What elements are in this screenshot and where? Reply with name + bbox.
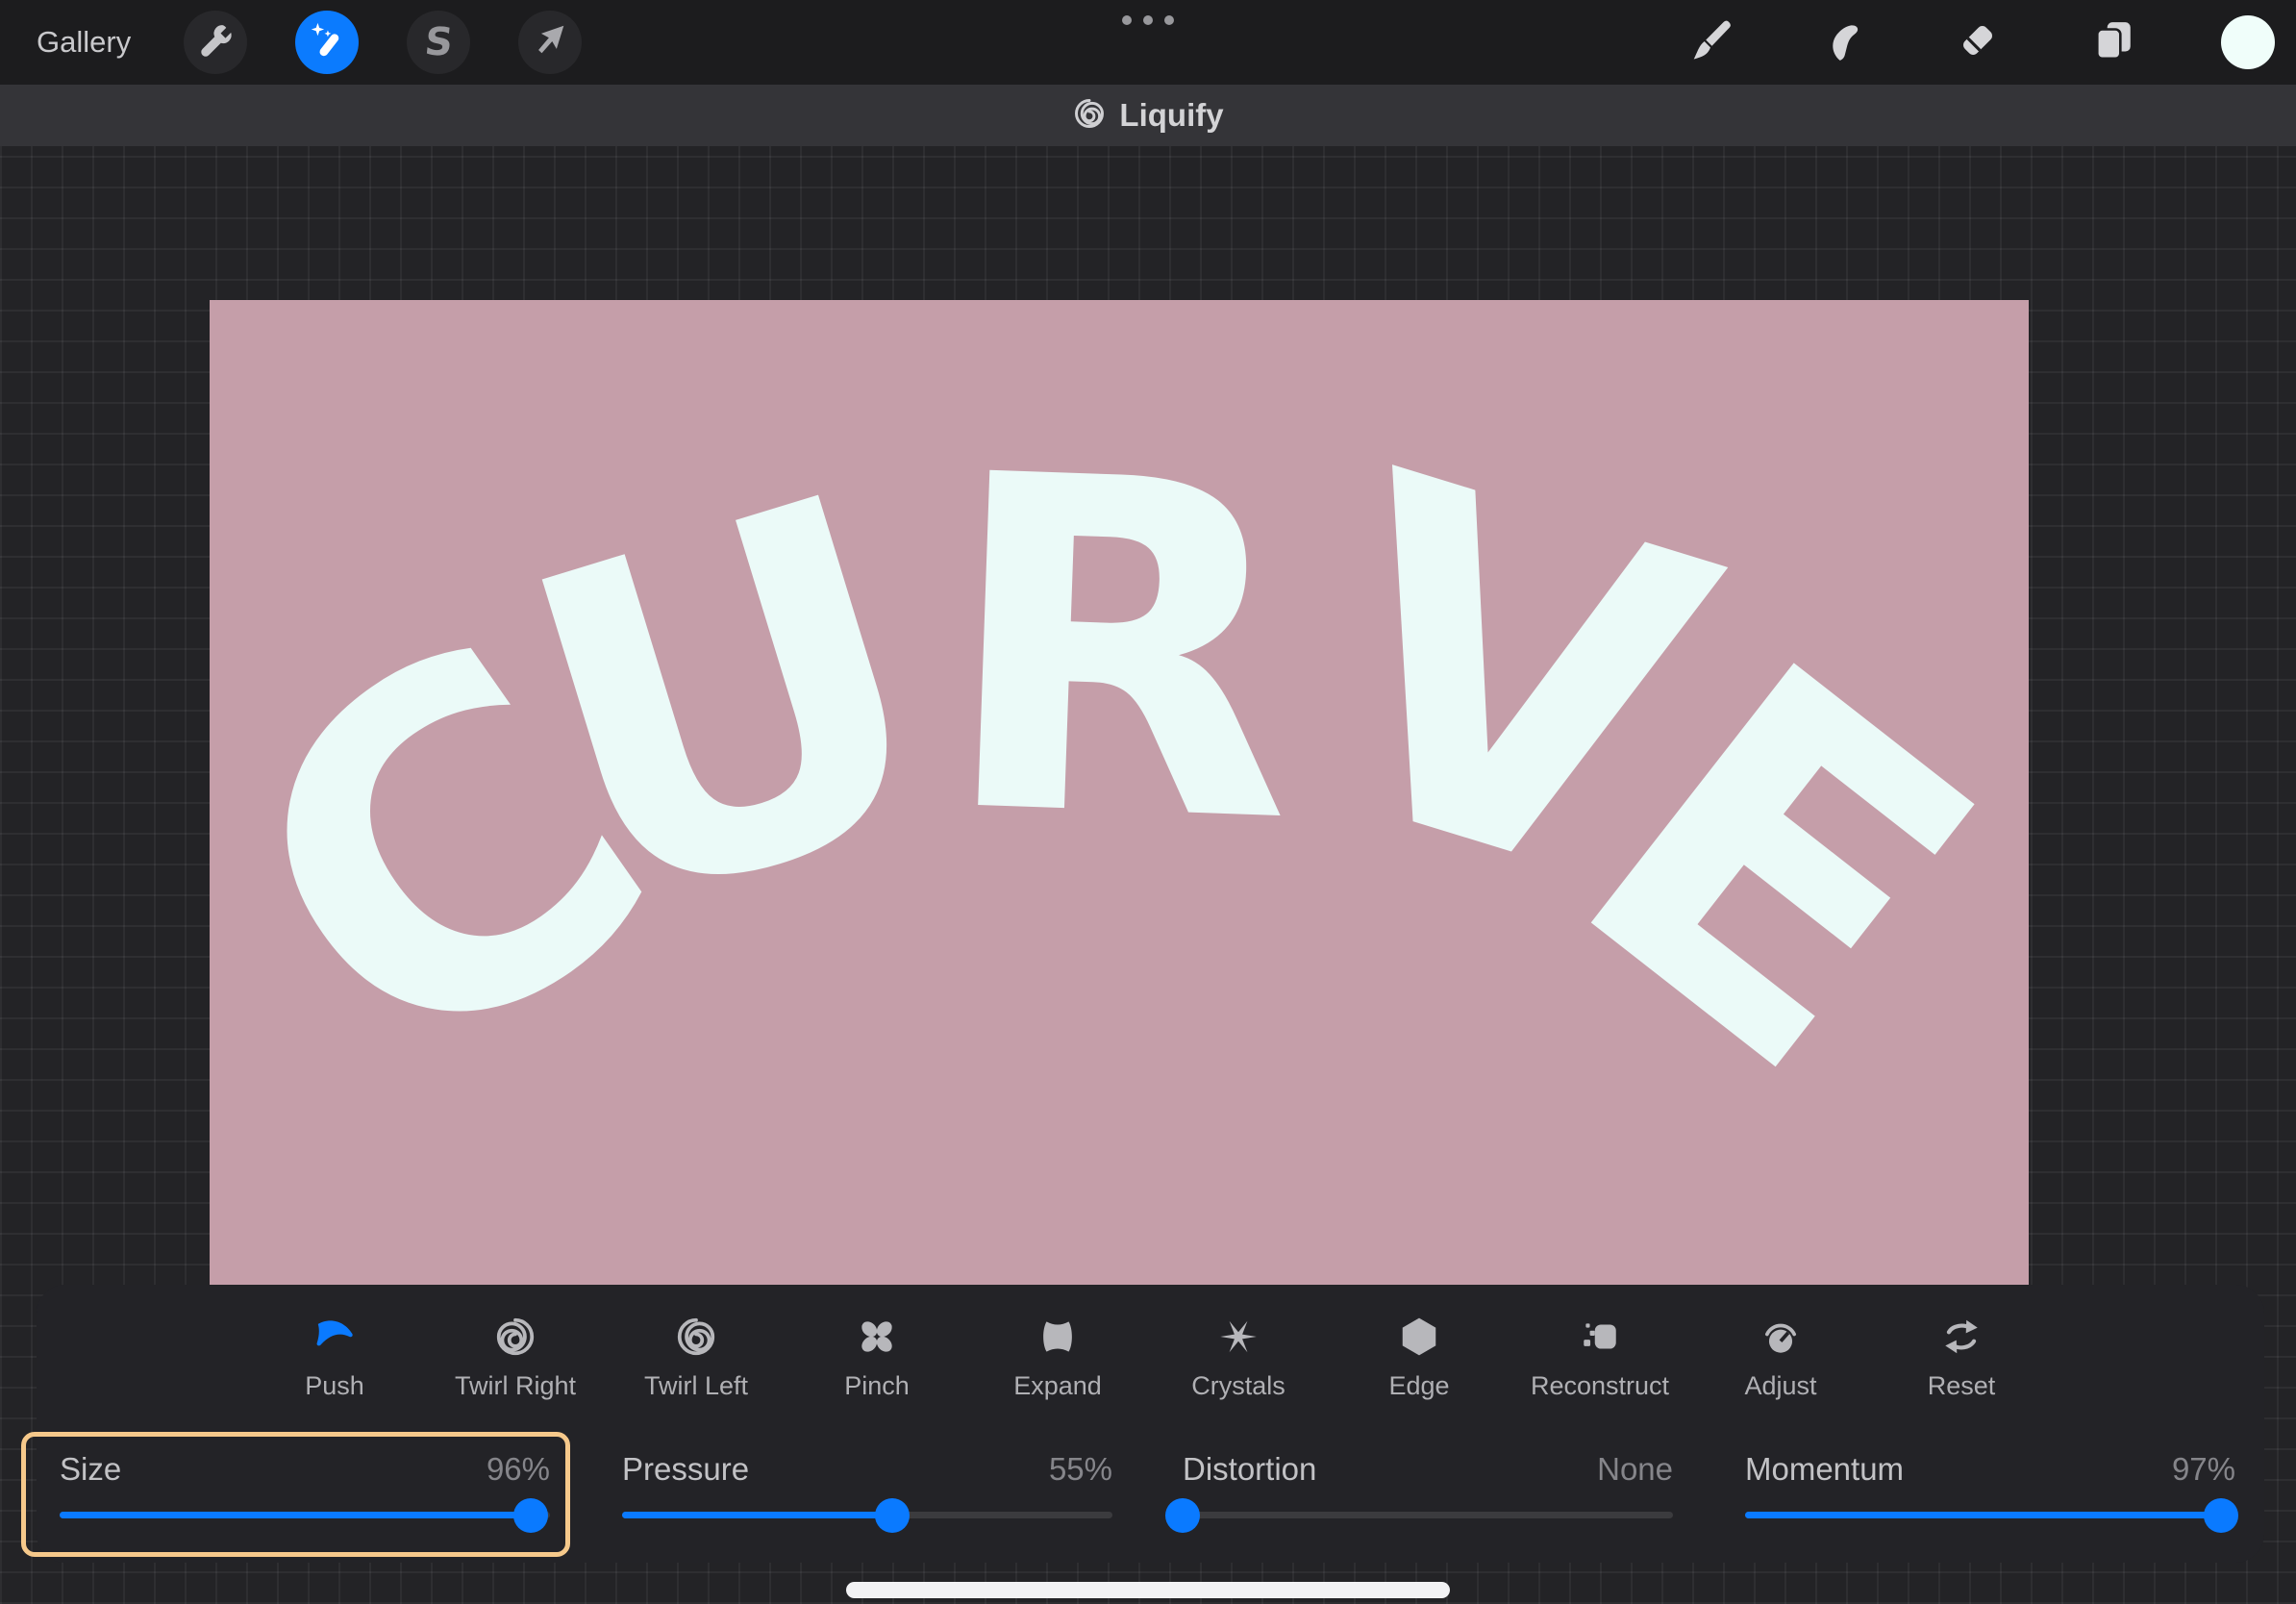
active-color-swatch[interactable] — [2221, 15, 2275, 69]
reset-icon — [1939, 1308, 1984, 1366]
canvas-letter: V — [1338, 633, 1679, 737]
momentum-slider[interactable]: Momentum 97% — [1745, 1450, 2235, 1518]
gallery-button[interactable]: Gallery — [37, 0, 131, 85]
liquify-spiral-icon — [1072, 96, 1107, 136]
mode-label: Edge — [1388, 1371, 1449, 1401]
slider-label: Pressure — [622, 1451, 749, 1488]
eraser-icon — [1956, 18, 2000, 67]
eraser-tool-button[interactable] — [1956, 20, 2000, 64]
slider-knob[interactable] — [1165, 1498, 1200, 1533]
artwork-canvas[interactable]: CU R VE — [210, 300, 2029, 1433]
home-indicator[interactable] — [846, 1582, 1450, 1598]
distortion-slider[interactable]: Distortion None — [1183, 1450, 1673, 1518]
slider-track[interactable] — [1183, 1512, 1673, 1518]
selection-s-icon: S — [422, 20, 455, 64]
slider-track[interactable] — [1745, 1512, 2235, 1518]
mode-expand[interactable]: Expand — [967, 1308, 1148, 1401]
mode-label: Pinch — [844, 1371, 910, 1401]
liquify-title: Liquify — [1119, 97, 1223, 134]
mode-label: Twirl Right — [455, 1371, 576, 1401]
push-icon — [312, 1308, 357, 1366]
brush-icon — [1689, 18, 1734, 67]
slider-label: Momentum — [1745, 1451, 1904, 1488]
layers-icon — [2091, 18, 2135, 67]
mode-label: Push — [305, 1371, 364, 1401]
slider-value: None — [1597, 1451, 1673, 1488]
canvas-letter: C — [309, 760, 585, 953]
slider-value: 55% — [1049, 1451, 1112, 1488]
crystals-icon — [1216, 1308, 1260, 1366]
mode-label: Reset — [1928, 1371, 1996, 1401]
canvas-letters: CU R VE — [210, 300, 2029, 1433]
mode-crystals[interactable]: Crystals — [1148, 1308, 1329, 1401]
mode-twirl-right[interactable]: Twirl Right — [425, 1308, 606, 1401]
slider-fill — [622, 1512, 892, 1518]
layers-button[interactable] — [2091, 20, 2135, 64]
more-options-handle[interactable] — [0, 15, 2296, 25]
smudge-icon — [1824, 18, 1868, 67]
twirl-left-icon — [674, 1308, 718, 1366]
slider-label: Distortion — [1183, 1451, 1316, 1488]
procreate-liquify-screen: Gallery S — [0, 0, 2296, 1604]
mode-twirl-left[interactable]: Twirl Left — [606, 1308, 786, 1401]
twirl-right-icon — [493, 1308, 537, 1366]
mode-label: Twirl Left — [644, 1371, 748, 1401]
mode-label: Expand — [1013, 1371, 1102, 1401]
slider-knob[interactable] — [875, 1498, 910, 1533]
mode-label: Reconstruct — [1531, 1371, 1669, 1401]
expand-icon — [1036, 1308, 1080, 1366]
smudge-tool-button[interactable] — [1824, 20, 1868, 64]
liquify-modes-row: Push Twirl Right Twirl Left — [244, 1308, 2052, 1401]
slider-knob[interactable] — [2204, 1498, 2238, 1533]
transform-arrow-icon — [530, 20, 570, 65]
slider-fill — [1745, 1512, 2221, 1518]
brush-tool-button[interactable] — [1689, 20, 1734, 64]
reconstruct-icon — [1578, 1308, 1622, 1366]
edge-icon — [1397, 1308, 1441, 1366]
canvas-letter: R — [941, 645, 1295, 658]
liquify-title-bar: Liquify — [0, 85, 2296, 146]
mode-label: Adjust — [1744, 1371, 1816, 1401]
mode-push[interactable]: Push — [244, 1308, 425, 1401]
mode-pinch[interactable]: Pinch — [786, 1308, 967, 1401]
mode-reset[interactable]: Reset — [1871, 1308, 2052, 1401]
mode-label: Crystals — [1191, 1371, 1285, 1401]
wrench-icon — [195, 20, 236, 65]
slider-value: 97% — [2172, 1451, 2235, 1488]
mode-reconstruct[interactable]: Reconstruct — [1510, 1308, 1690, 1401]
highlight-box — [21, 1432, 570, 1557]
slider-track[interactable] — [622, 1512, 1112, 1518]
pressure-slider[interactable]: Pressure 55% — [622, 1450, 1112, 1518]
pinch-icon — [855, 1308, 899, 1366]
magic-wand-icon — [307, 20, 347, 65]
top-toolbar: Gallery S — [0, 0, 2296, 85]
mode-adjust[interactable]: Adjust — [1690, 1308, 1871, 1401]
canvas-letter: U — [553, 651, 910, 760]
mode-edge[interactable]: Edge — [1329, 1308, 1510, 1401]
adjust-icon — [1759, 1308, 1803, 1366]
canvas-letter: E — [1654, 774, 1897, 965]
